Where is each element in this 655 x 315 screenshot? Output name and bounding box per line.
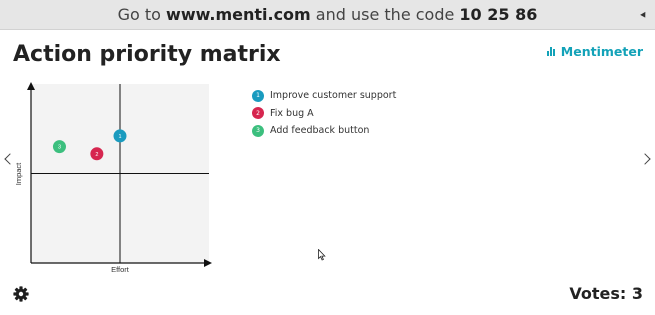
mouse-cursor-icon [318,249,326,261]
legend-number-badge: 1 [252,89,264,102]
mentimeter-logo: Mentimeter [546,44,643,59]
join-banner: Go to www.menti.com and use the code 10 … [0,0,655,30]
votes-count: Votes: 3 [569,284,643,303]
chart-point-label: 3 [58,145,61,151]
gear-icon[interactable] [13,286,29,302]
legend-label: Improve customer support [270,90,397,102]
legend: 1 Improve customer support 2 Fix bug A 3 Add … [252,87,396,140]
join-url[interactable]: www.menti.com [166,5,311,24]
join-middle: and use the code [310,5,460,24]
slide-title: Action priority matrix [13,42,281,67]
bar-chart-logo-icon [546,47,557,56]
legend-number-badge: 2 [252,107,264,120]
legend-label: Fix bug A [270,107,314,119]
brand-name: Mentimeter [560,44,643,59]
y-axis-label: Impact [14,162,23,185]
join-instructions: Go to www.menti.com and use the code 10 … [0,5,655,24]
legend-item: 2 Fix bug A [252,105,396,123]
chart-point-label: 1 [118,134,121,140]
chevron-right-icon[interactable] [639,153,651,165]
legend-item: 1 Improve customer support [252,87,396,105]
chart-point: 2 [90,147,104,161]
chart-point: 1 [113,129,127,143]
join-code: 10 25 86 [459,5,538,24]
chart-point: 3 [52,140,66,154]
legend-item: 3 Add feedback button [252,122,396,140]
legend-label: Add feedback button [270,125,370,137]
priority-matrix-chart: Effort Impact 1 2 3 [14,82,212,274]
x-axis-label: Effort [111,265,130,274]
join-prefix: Go to [117,5,167,24]
legend-number-badge: 3 [252,124,264,137]
chart-point-label: 2 [95,152,98,158]
